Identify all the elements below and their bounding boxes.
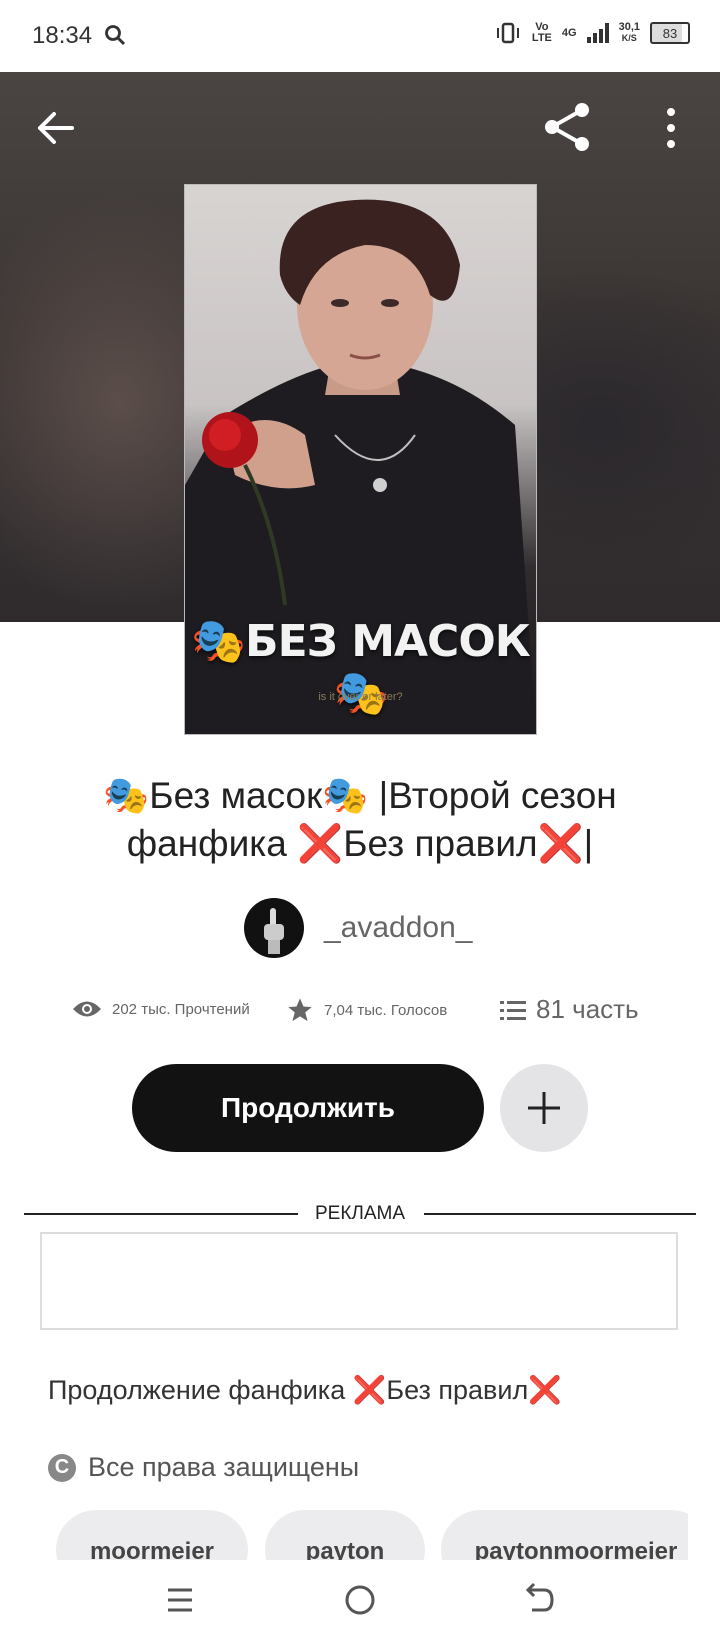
volte-indicator: Vo LTE xyxy=(532,22,552,44)
cover-subtitle: is it over or later? xyxy=(318,691,403,703)
status-indicators: Vo LTE 4G 30,1 K/S 83 xyxy=(494,22,690,44)
back-icon[interactable] xyxy=(514,1576,562,1624)
avatar-hand-icon xyxy=(264,908,284,954)
votes-stat: 7,04 тыс. Голосов xyxy=(286,996,447,1024)
ad-divider-right xyxy=(424,1213,696,1215)
continue-reading-button[interactable]: Продолжить xyxy=(132,1064,484,1152)
arrow-left-icon[interactable] xyxy=(34,106,78,150)
avatar[interactable] xyxy=(244,898,304,958)
system-nav-bar xyxy=(0,1560,720,1640)
tag-chip[interactable]: payton xyxy=(265,1510,425,1560)
cover-title: 🎭БЕЗ МАСОК🎭 xyxy=(191,616,530,719)
copyright-notice: C Все права защищены xyxy=(48,1452,359,1483)
ad-label: РЕКЛАМА xyxy=(314,1203,406,1224)
author-link[interactable]: _avaddon_ xyxy=(244,898,472,958)
tag-chip[interactable]: paytonmoormeier xyxy=(441,1510,688,1560)
ad-divider-left xyxy=(24,1213,298,1215)
battery-icon: 83 xyxy=(650,22,690,44)
parts-count: 81 часть xyxy=(536,994,639,1024)
plus-icon xyxy=(528,1092,560,1124)
net-speed-value: 30,1 xyxy=(618,21,640,33)
reads-count: 202 тыс. Прочтений xyxy=(112,1000,250,1018)
star-icon xyxy=(288,998,312,1022)
copyright-text: Все права защищены xyxy=(88,1452,360,1482)
add-to-library-button[interactable] xyxy=(500,1064,588,1152)
tags-row: moormeier payton paytonmoormeier xyxy=(0,1510,688,1560)
net-speed: 30,1 K/S xyxy=(619,22,640,44)
tag-chip[interactable]: moormeier xyxy=(56,1510,248,1560)
eye-icon xyxy=(73,1001,101,1017)
net-speed-unit: K/S xyxy=(621,33,637,43)
status-bar: 18:34 Vo LTE 4G 30,1 K/S 83 xyxy=(0,0,720,72)
signal-icon xyxy=(586,23,609,43)
search-icon xyxy=(105,25,126,46)
parts-stat[interactable]: 81 часть xyxy=(500,994,639,1025)
story-stats: 202 тыс. Прочтений 7,04 тыс. Голосов 81 … xyxy=(72,994,672,1036)
more-vertical-icon[interactable] xyxy=(656,104,686,152)
list-icon xyxy=(500,1000,526,1020)
reads-stat: 202 тыс. Прочтений xyxy=(72,998,250,1020)
book-cover[interactable]: 🎭БЕЗ МАСОК🎭 is it over or later? xyxy=(184,184,537,735)
volte-bottom: LTE xyxy=(531,32,552,44)
votes-count: 7,04 тыс. Голосов xyxy=(324,1001,448,1019)
share-icon[interactable] xyxy=(540,100,594,154)
network-gen: 4G xyxy=(561,26,577,39)
story-description: Продолжение фанфика ❌Без правил❌ xyxy=(48,1375,562,1405)
author-name[interactable]: _avaddon_ xyxy=(324,911,472,945)
copyright-icon: C xyxy=(48,1453,76,1482)
ad-slot[interactable] xyxy=(40,1232,678,1330)
vibrate-icon xyxy=(496,22,519,44)
book-title: 🎭Без масок🎭 |Второй сезон фанфика ❌Без п… xyxy=(103,775,617,864)
status-time: 18:34 xyxy=(32,22,93,49)
menu-icon[interactable] xyxy=(156,1576,204,1624)
home-icon[interactable] xyxy=(336,1576,384,1624)
